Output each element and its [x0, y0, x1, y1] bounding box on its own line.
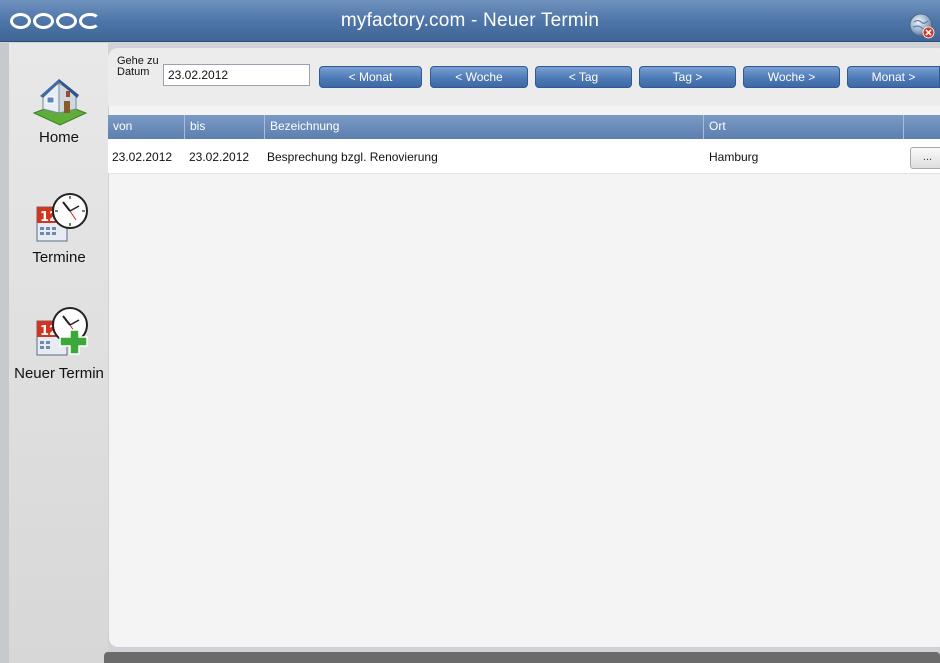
table-row[interactable]: 23.02.2012 23.02.2012 Besprechung bzgl. …	[108, 139, 940, 174]
house-icon	[32, 79, 88, 126]
bottom-bar	[104, 652, 940, 663]
exit-globe-icon[interactable]	[909, 13, 935, 39]
title-bar: myfactory.com - Neuer Termin	[0, 0, 940, 42]
cell-von: 23.02.2012	[112, 150, 173, 164]
prev-month-button[interactable]: < Monat	[319, 66, 422, 88]
next-month-button[interactable]: Monat >	[847, 66, 940, 88]
next-day-button[interactable]: Tag >	[639, 66, 736, 88]
column-header-actions	[904, 115, 940, 139]
next-week-button[interactable]: Woche >	[743, 66, 840, 88]
calendar-clock-add-icon: 12	[36, 307, 88, 356]
cell-ort: Hamburg	[709, 150, 759, 164]
sidebar-item-label: Home	[38, 129, 79, 146]
sidebar-item-termine[interactable]: 12 Termine	[9, 187, 109, 266]
calendar-clock-icon: 12	[36, 193, 88, 242]
sidebar-item-home[interactable]: Home	[9, 71, 109, 146]
column-header-bezeichnung[interactable]: Bezeichnung	[265, 115, 704, 139]
date-input[interactable]	[163, 64, 310, 86]
sidebar: Home 12 Termine 12 Neuer Termin	[0, 43, 108, 663]
goto-date-label: Gehe zu Datum	[117, 55, 159, 78]
sidebar-item-label: Neuer Termin	[14, 365, 104, 382]
column-header-bis[interactable]: bis	[185, 115, 265, 139]
prev-day-button[interactable]: < Tag	[535, 66, 632, 88]
cell-bezeichnung: Besprechung bzgl. Renovierung	[267, 150, 438, 164]
column-header-ort[interactable]: Ort	[704, 115, 904, 139]
column-header-von[interactable]: von	[108, 115, 185, 139]
prev-week-button[interactable]: < Woche	[430, 66, 528, 88]
table-header: von bis Bezeichnung Ort	[108, 115, 940, 139]
sidebar-item-label: Termine	[32, 249, 86, 266]
row-details-button[interactable]: ...	[910, 147, 940, 169]
window-title: myfactory.com - Neuer Termin	[340, 10, 600, 31]
cell-bis: 23.02.2012	[189, 150, 250, 164]
sidebar-item-neuer-termin[interactable]: 12 Neuer Termin	[9, 301, 109, 382]
